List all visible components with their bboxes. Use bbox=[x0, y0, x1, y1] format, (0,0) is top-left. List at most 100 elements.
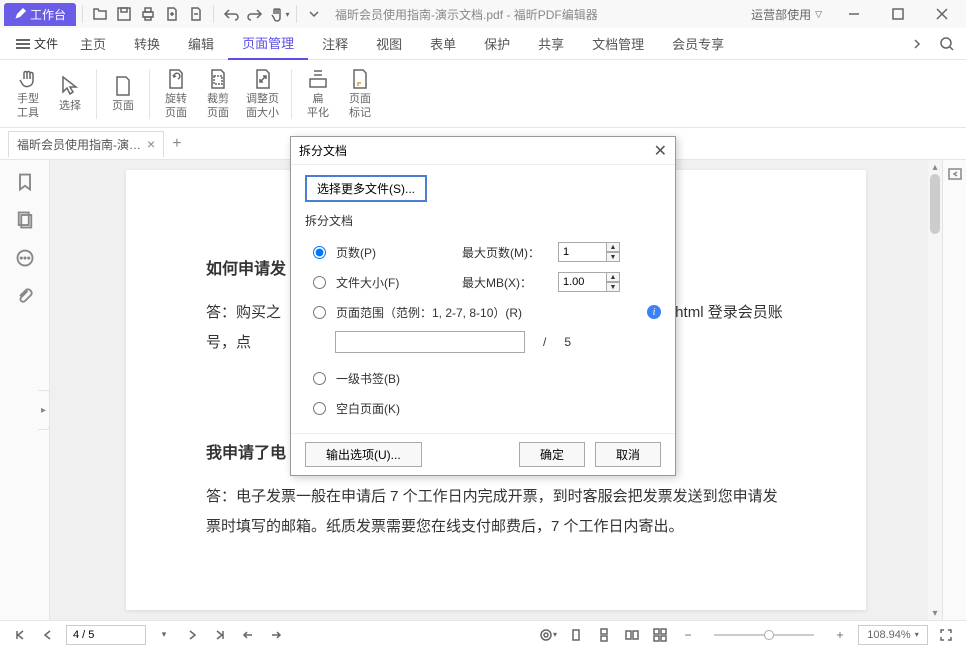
facing-icon[interactable] bbox=[622, 625, 642, 645]
select-more-files-button[interactable]: 选择更多文件(S)... bbox=[305, 175, 427, 202]
fullscreen-icon[interactable] bbox=[936, 625, 956, 645]
overflow-icon[interactable] bbox=[906, 33, 928, 55]
document-tab[interactable]: 福昕会员使用指南-演… × bbox=[8, 131, 164, 157]
radio-filesize[interactable] bbox=[313, 276, 326, 289]
search-icon[interactable] bbox=[936, 33, 958, 55]
scroll-down-icon[interactable]: ▾ bbox=[928, 606, 942, 620]
cancel-button[interactable]: 取消 bbox=[595, 442, 661, 467]
menu-edit[interactable]: 编辑 bbox=[174, 28, 228, 59]
ribbon-crop[interactable]: 裁剪 页面 bbox=[198, 64, 238, 124]
spin-down-icon[interactable]: ▼ bbox=[606, 282, 620, 292]
menu-page-manage[interactable]: 页面管理 bbox=[228, 27, 308, 60]
document-title: 福昕会员使用指南-演示文档.pdf - 福昕PDF编辑器 bbox=[327, 6, 741, 23]
info-icon[interactable]: i bbox=[647, 305, 661, 319]
page-number-input[interactable] bbox=[66, 625, 146, 645]
prev-page-button[interactable] bbox=[38, 625, 58, 645]
nav-back-button[interactable] bbox=[238, 625, 258, 645]
output-options-button[interactable]: 输出选项(U)... bbox=[305, 442, 422, 467]
ribbon-hand-tool[interactable]: 手型 工具 bbox=[8, 64, 48, 124]
menu-home[interactable]: 主页 bbox=[66, 28, 120, 59]
menu-convert[interactable]: 转换 bbox=[120, 28, 174, 59]
radio-blank[interactable] bbox=[313, 402, 326, 415]
menu-annotate[interactable]: 注释 bbox=[308, 28, 362, 59]
first-page-button[interactable] bbox=[10, 625, 30, 645]
sidebar-expand-handle[interactable]: ▸ bbox=[38, 390, 50, 430]
split-document-dialog: 拆分文档 ✕ 选择更多文件(S)... 拆分文档 页数(P) 最大页数(M)： … bbox=[290, 136, 676, 476]
zoom-out-button[interactable]: − bbox=[678, 625, 698, 645]
ribbon: 手型 工具 选择 页面 旋转 页面 裁剪 页面 调整页 面大小 扁 平化 页面 … bbox=[0, 60, 966, 128]
ribbon-select[interactable]: 选择 bbox=[50, 64, 90, 124]
close-button[interactable] bbox=[922, 0, 962, 28]
menu-view[interactable]: 视图 bbox=[362, 28, 416, 59]
radio-range[interactable] bbox=[313, 306, 326, 319]
collapse-panel-icon[interactable] bbox=[947, 166, 963, 182]
radio-bookmark[interactable] bbox=[313, 372, 326, 385]
single-page-icon[interactable] bbox=[566, 625, 586, 645]
maximize-button[interactable] bbox=[878, 0, 918, 28]
dialog-footer: 输出选项(U)... 确定 取消 bbox=[291, 433, 675, 475]
continuous-icon[interactable] bbox=[594, 625, 614, 645]
print-icon[interactable] bbox=[137, 3, 159, 25]
spin-down-icon[interactable]: ▼ bbox=[606, 252, 620, 262]
zoom-value[interactable]: 108.94%▾ bbox=[858, 625, 928, 645]
rotate-icon bbox=[164, 67, 188, 91]
pages-icon[interactable] bbox=[15, 210, 35, 230]
menu-form[interactable]: 表单 bbox=[416, 28, 470, 59]
resize-icon bbox=[251, 67, 275, 91]
bookmark-icon[interactable] bbox=[15, 172, 35, 192]
dialog-titlebar[interactable]: 拆分文档 ✕ bbox=[291, 137, 675, 165]
next-page-button[interactable] bbox=[182, 625, 202, 645]
menu-protect[interactable]: 保护 bbox=[470, 28, 524, 59]
close-tab-icon[interactable]: × bbox=[147, 136, 155, 152]
open-icon[interactable] bbox=[89, 3, 111, 25]
read-mode-icon[interactable]: ▾ bbox=[538, 625, 558, 645]
vertical-scrollbar[interactable]: ▴ ▾ bbox=[928, 160, 942, 620]
menu-doc-manage[interactable]: 文档管理 bbox=[578, 28, 658, 59]
redo-icon[interactable] bbox=[244, 3, 266, 25]
zoom-slider[interactable] bbox=[714, 634, 814, 636]
undo-icon[interactable] bbox=[220, 3, 242, 25]
last-page-button[interactable] bbox=[210, 625, 230, 645]
option-filesize-row: 文件大小(F) 最大MB(X)： ▲▼ bbox=[305, 267, 661, 297]
ribbon-resize[interactable]: 调整页 面大小 bbox=[240, 64, 285, 124]
section-title: 拆分文档 bbox=[305, 212, 661, 229]
hand-dropdown-icon[interactable]: ▾ bbox=[268, 3, 290, 25]
scroll-thumb[interactable] bbox=[930, 174, 940, 234]
nav-forward-button[interactable] bbox=[266, 625, 286, 645]
chevron-down-icon[interactable] bbox=[303, 3, 325, 25]
save-icon[interactable] bbox=[113, 3, 135, 25]
ribbon-marks[interactable]: 页面 标记 bbox=[340, 64, 380, 124]
dialog-close-button[interactable]: ✕ bbox=[654, 141, 667, 161]
file-menu[interactable]: 文件 bbox=[8, 31, 66, 56]
menu-share[interactable]: 共享 bbox=[524, 28, 578, 59]
spin-up-icon[interactable]: ▲ bbox=[606, 272, 620, 282]
hamburger-icon bbox=[16, 39, 30, 49]
ribbon-rotate[interactable]: 旋转 页面 bbox=[156, 64, 196, 124]
menu-member[interactable]: 会员专享 bbox=[658, 28, 738, 59]
add-page-icon[interactable] bbox=[161, 3, 183, 25]
zoom-in-button[interactable]: + bbox=[830, 625, 850, 645]
option-range-row: 页面范围（范例：1, 2-7, 8-10）(R) i bbox=[305, 297, 661, 327]
radio-pages[interactable] bbox=[313, 246, 326, 259]
ok-button[interactable]: 确定 bbox=[519, 442, 585, 467]
range-input[interactable] bbox=[335, 331, 525, 353]
paragraph-2: 答：电子发票一般在申请后 7 个工作日内完成开票，到时客服会把发票发送到您申请发… bbox=[206, 482, 786, 542]
minimize-button[interactable] bbox=[834, 0, 874, 28]
comments-icon[interactable] bbox=[15, 248, 35, 268]
zoom-handle[interactable] bbox=[764, 630, 774, 640]
ribbon-flatten[interactable]: 扁 平化 bbox=[298, 64, 338, 124]
spin-up-icon[interactable]: ▲ bbox=[606, 242, 620, 252]
max-pages-input[interactable] bbox=[558, 242, 606, 262]
titlebar: 工作台 ▾ 福昕会员使用指南-演示文档.pdf - 福昕PDF编辑器 运营部使用… bbox=[0, 0, 966, 28]
dept-dropdown[interactable]: 运营部使用▽ bbox=[743, 4, 830, 25]
max-mb-input[interactable] bbox=[558, 272, 606, 292]
scroll-up-icon[interactable]: ▴ bbox=[928, 160, 942, 174]
facing-continuous-icon[interactable] bbox=[650, 625, 670, 645]
workspace-tab[interactable]: 工作台 bbox=[4, 3, 76, 26]
attachments-icon[interactable] bbox=[15, 286, 35, 306]
max-pages-spinner: ▲▼ bbox=[558, 242, 620, 262]
add-tab-button[interactable]: + bbox=[172, 135, 181, 153]
page-dropdown-icon[interactable]: ▾ bbox=[154, 625, 174, 645]
ribbon-page[interactable]: 页面 bbox=[103, 64, 143, 124]
remove-page-icon[interactable] bbox=[185, 3, 207, 25]
